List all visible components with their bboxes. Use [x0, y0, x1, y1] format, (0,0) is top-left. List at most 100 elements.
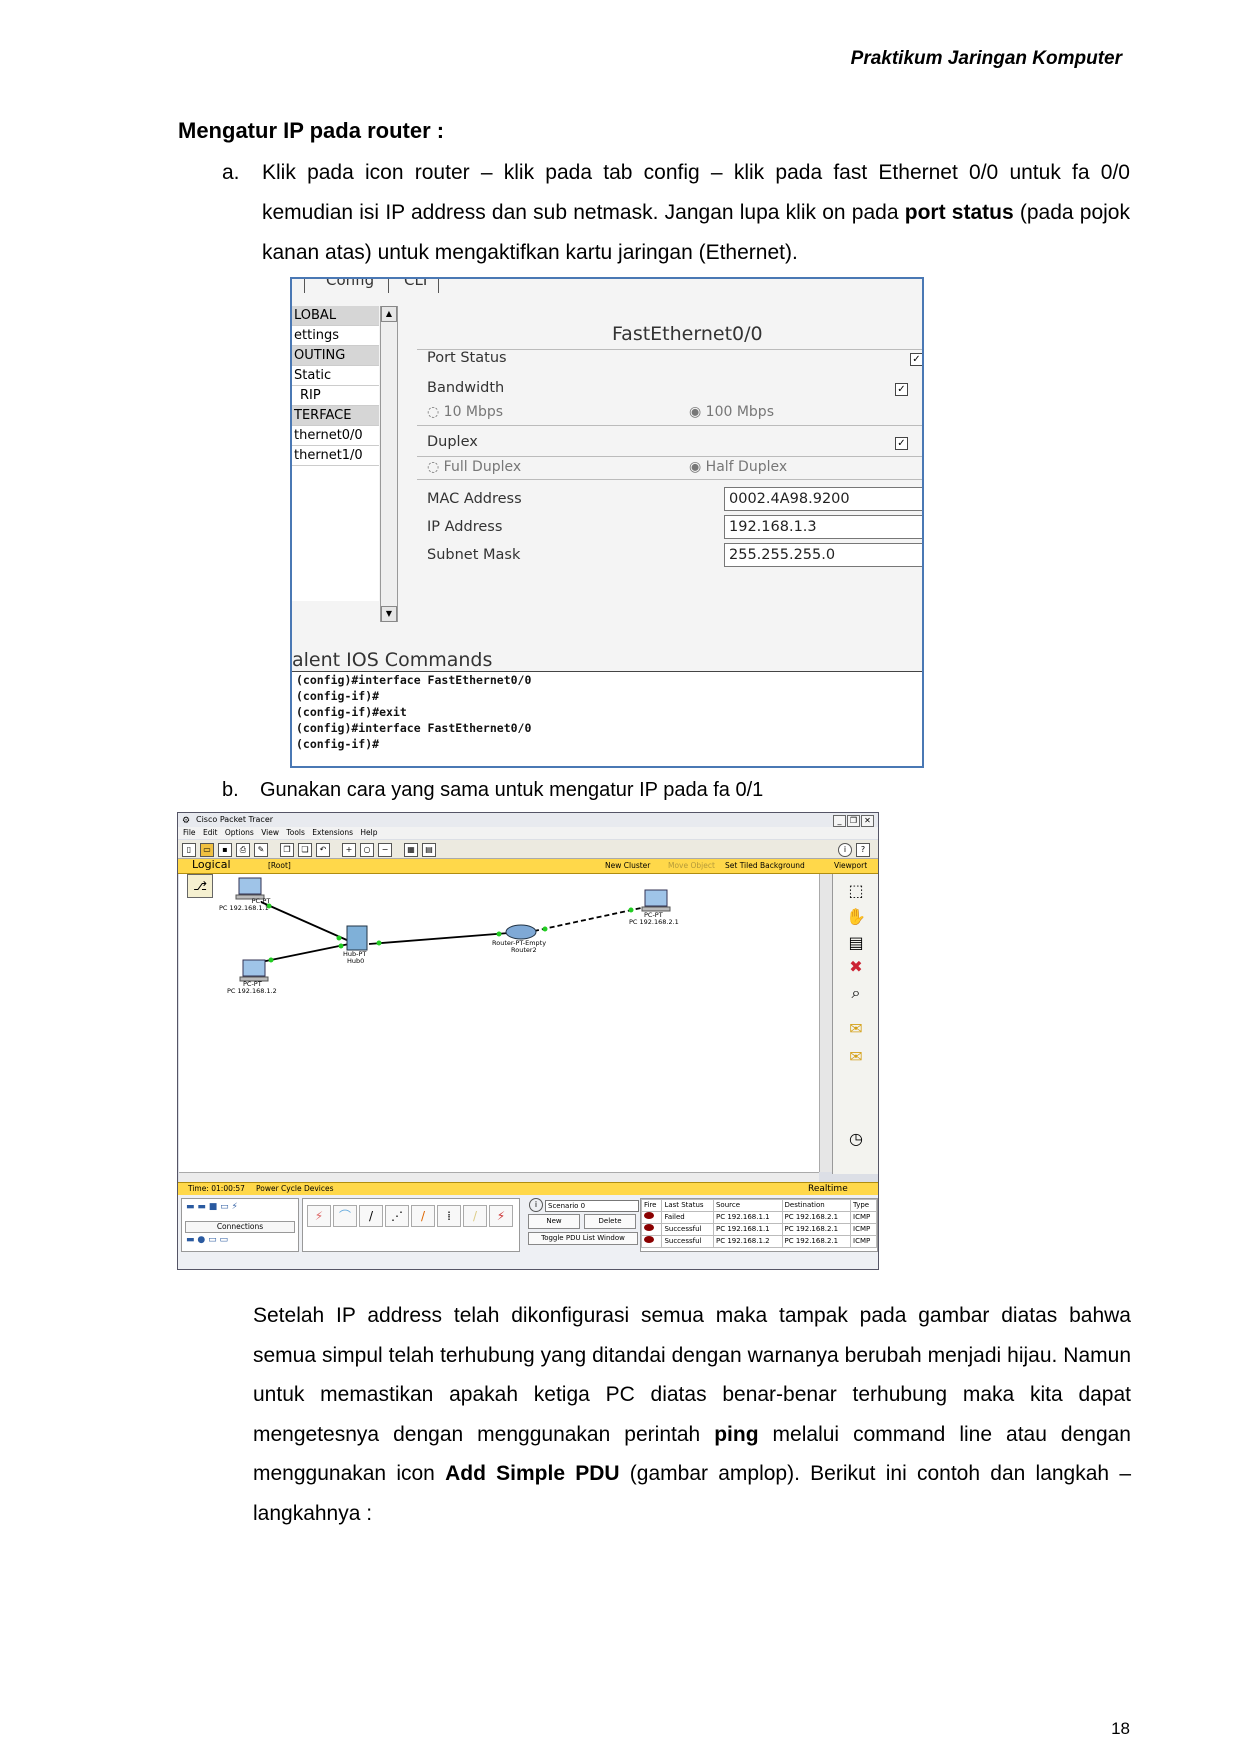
- custom-device-icon[interactable]: ▤: [422, 843, 436, 857]
- duplex-auto-checkbox[interactable]: ✓: [895, 437, 908, 450]
- viewport-button[interactable]: Viewport: [834, 859, 867, 873]
- auto-connect-icon[interactable]: ⚡: [307, 1205, 331, 1227]
- ios-line: (config)#interface FastEthernet0/0: [296, 673, 532, 687]
- paste-icon[interactable]: ❏: [298, 843, 312, 857]
- move-object-button[interactable]: Move Object: [668, 859, 715, 873]
- time-display: Time: 01:00:57: [188, 1184, 245, 1193]
- delete-scenario-button[interactable]: Delete: [584, 1214, 636, 1229]
- fire-indicator-icon[interactable]: [644, 1212, 654, 1219]
- close-icon[interactable]: ✕: [861, 815, 874, 827]
- undo-icon[interactable]: ↶: [316, 843, 330, 857]
- sidebar-scrollbar[interactable]: ▲ ▼: [380, 306, 398, 622]
- restore-icon[interactable]: ❐: [847, 815, 860, 827]
- palette-icon[interactable]: ▦: [404, 843, 418, 857]
- list-label: b.: [222, 779, 239, 801]
- table-row[interactable]: Failed PC 192.168.1.1 PC 192.168.2.1 ICM…: [640, 1211, 877, 1224]
- bandwidth-label: Bandwidth: [427, 380, 505, 396]
- sidebar-item-rip[interactable]: RIP: [292, 386, 379, 406]
- copy-icon[interactable]: ❐: [280, 843, 294, 857]
- menu-view[interactable]: View: [261, 828, 279, 837]
- inspect-icon[interactable]: ⌕: [846, 984, 866, 1002]
- port-status-label: Port Status: [427, 350, 507, 366]
- mac-address-field[interactable]: 0002.4A98.9200: [724, 487, 922, 511]
- new-scenario-button[interactable]: New: [528, 1214, 580, 1229]
- half-duplex-radio[interactable]: ◉ Half Duplex: [689, 459, 787, 475]
- toggle-pdu-list-button[interactable]: Toggle PDU List Window: [528, 1232, 638, 1245]
- tab-config[interactable]: Config: [326, 279, 374, 289]
- packet-tracer-screenshot: ⚙ Cisco Packet Tracer _ ❐ ✕ File Edit Opti…: [177, 812, 879, 1270]
- scroll-down-icon[interactable]: ▼: [381, 606, 397, 622]
- bw-100-radio[interactable]: ◉ 100 Mbps: [689, 404, 774, 420]
- fiber-cable-icon[interactable]: /: [411, 1205, 435, 1227]
- info-icon[interactable]: i: [529, 1198, 543, 1212]
- zoom-reset-icon[interactable]: ○: [360, 843, 374, 857]
- delete-icon[interactable]: ✖: [846, 958, 866, 976]
- help-icon[interactable]: ?: [856, 843, 870, 857]
- page-number: 18: [1111, 1719, 1130, 1738]
- add-complex-pdu-icon[interactable]: ✉: [846, 1048, 866, 1066]
- zoom-out-icon[interactable]: −: [378, 843, 392, 857]
- activity-wizard-icon[interactable]: ✎: [254, 843, 268, 857]
- menu-tools[interactable]: Tools: [286, 828, 304, 837]
- device-label: Router2: [511, 946, 537, 954]
- scenario-select[interactable]: Scenario 0: [545, 1200, 639, 1212]
- minimize-icon[interactable]: _: [833, 815, 846, 827]
- table-row[interactable]: Successful PC 192.168.1.1 PC 192.168.2.1…: [640, 1223, 877, 1236]
- fire-indicator-icon[interactable]: [644, 1236, 654, 1243]
- new-file-icon[interactable]: ▯: [182, 843, 196, 857]
- console-cable-icon[interactable]: ⌒: [333, 1205, 357, 1227]
- config-tabs: l Config CLI: [292, 279, 922, 293]
- add-simple-pdu-icon[interactable]: ✉: [846, 1020, 866, 1038]
- canvas-vertical-scrollbar[interactable]: [819, 874, 832, 1172]
- sidebar-item-settings[interactable]: ettings: [292, 326, 379, 346]
- set-tiled-background-button[interactable]: Set Tiled Background: [725, 859, 805, 873]
- menu-edit[interactable]: Edit: [203, 828, 218, 837]
- device-category-icons[interactable]: ▬ ▬ ■ ▭ ⚡: [186, 1202, 238, 1212]
- root-label: [Root]: [268, 861, 291, 870]
- new-cluster-button[interactable]: New Cluster: [605, 859, 650, 873]
- sidebar-item-fastethernet0-0[interactable]: thernet0/0: [292, 426, 379, 446]
- logical-tab[interactable]: Logical: [192, 858, 231, 871]
- scroll-up-icon[interactable]: ▲: [381, 306, 397, 322]
- realtime-mode-label[interactable]: Realtime: [808, 1183, 848, 1195]
- ip-address-field[interactable]: 192.168.1.3: [724, 515, 922, 539]
- power-cycle-button[interactable]: Power Cycle Devices: [256, 1183, 334, 1195]
- tab-cli[interactable]: CLI: [404, 279, 427, 289]
- crossover-cable-icon[interactable]: ⋰: [385, 1205, 409, 1227]
- save-icon[interactable]: ▪: [218, 843, 232, 857]
- port-status-checkbox[interactable]: ✓: [910, 353, 922, 366]
- device-subcategory-icons[interactable]: ▬ ● ▭ ▭: [186, 1235, 228, 1245]
- print-icon[interactable]: ⎙: [236, 843, 250, 857]
- table-row[interactable]: Successful PC 192.168.1.2 PC 192.168.2.1…: [640, 1235, 877, 1248]
- fire-indicator-icon[interactable]: [644, 1224, 654, 1231]
- straight-through-cable-icon[interactable]: /: [359, 1205, 383, 1227]
- sidebar-section-routing: OUTING: [292, 346, 379, 366]
- note-icon[interactable]: ▤: [846, 934, 866, 952]
- router-config-screenshot: l Config CLI LOBAL ettings OUTING Static…: [290, 277, 924, 768]
- select-icon[interactable]: ⬚: [846, 882, 866, 900]
- realtime-clock-icon[interactable]: ◷: [846, 1130, 866, 1148]
- pdu-col-fire: Fire: [640, 1199, 663, 1212]
- serial-dce-cable-icon[interactable]: ⚡: [489, 1205, 513, 1227]
- bw-10-radio[interactable]: ◌ 10 Mbps: [427, 404, 503, 420]
- open-folder-icon[interactable]: ▭: [200, 843, 214, 857]
- coaxial-cable-icon[interactable]: /: [463, 1205, 487, 1227]
- phone-cable-icon[interactable]: ⁞: [437, 1205, 461, 1227]
- sidebar-section-interface: TERFACE: [292, 406, 379, 426]
- list-label: a.: [222, 161, 240, 184]
- duplex-label: Duplex: [427, 434, 478, 450]
- bandwidth-auto-checkbox[interactable]: ✓: [895, 383, 908, 396]
- menu-file[interactable]: File: [183, 828, 196, 837]
- menu-extensions[interactable]: Extensions: [312, 828, 353, 837]
- topology-canvas[interactable]: ⎇ PC-PT PC 192.168.1.1 PC-PT PC 192.168.…: [179, 874, 819, 1172]
- full-duplex-radio[interactable]: ◌ Full Duplex: [427, 459, 521, 475]
- subnet-mask-field[interactable]: 255.255.255.0: [724, 543, 922, 567]
- menu-options[interactable]: Options: [225, 828, 254, 837]
- sidebar-item-fastethernet1-0[interactable]: thernet1/0: [292, 446, 379, 466]
- zoom-in-icon[interactable]: +: [342, 843, 356, 857]
- info-icon[interactable]: i: [838, 843, 852, 857]
- move-layout-icon[interactable]: ✋: [846, 908, 866, 926]
- menu-help[interactable]: Help: [360, 828, 377, 837]
- ios-line: (config)#interface FastEthernet0/0: [296, 721, 532, 735]
- sidebar-item-static[interactable]: Static: [292, 366, 379, 386]
